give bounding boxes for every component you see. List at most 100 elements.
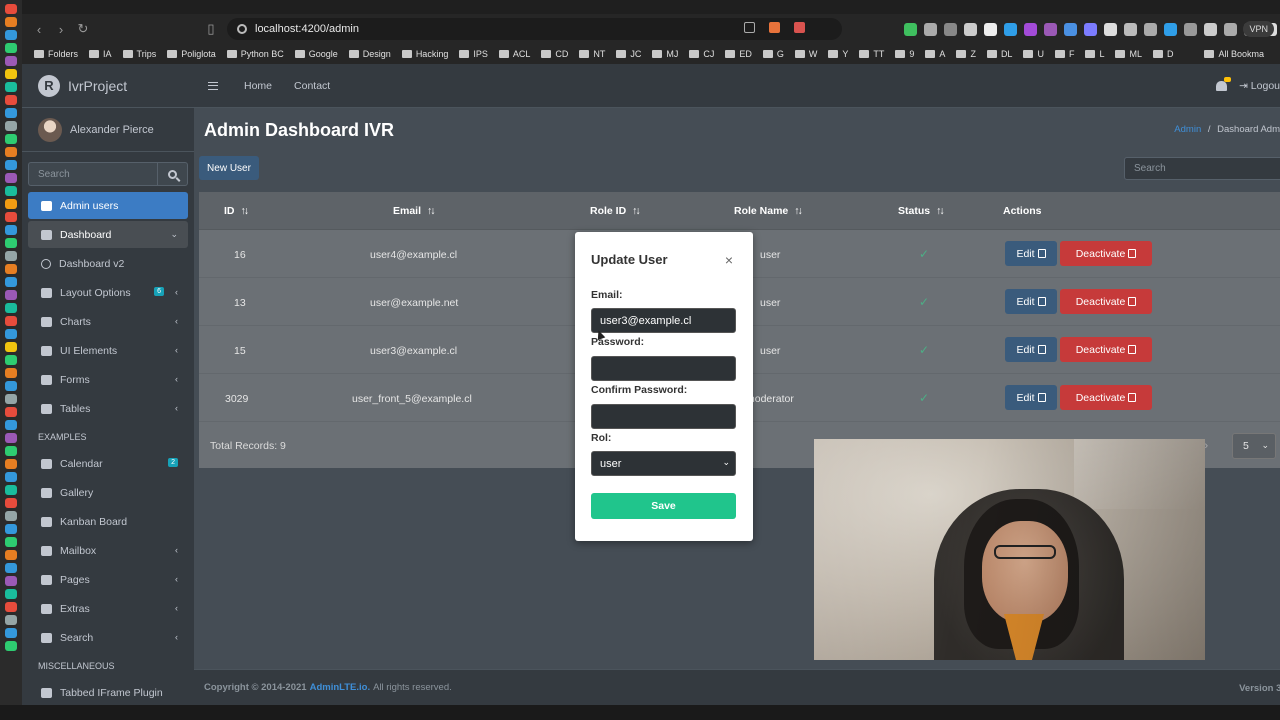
extension-icon[interactable] — [1124, 23, 1137, 36]
bookmark-item[interactable]: L — [1085, 49, 1104, 59]
sidebar-item-layout-options[interactable]: Layout Options 6 ‹ — [28, 279, 188, 306]
bookmark-item[interactable]: Trips — [122, 49, 156, 59]
bookmark-item[interactable]: Y — [828, 49, 848, 59]
bookmark-item[interactable]: ED — [725, 49, 752, 59]
sidebar-item-tables[interactable]: Tables ‹ — [28, 395, 188, 422]
edit-button[interactable]: Edit — [1005, 337, 1057, 362]
bookmark-item[interactable]: Python BC — [226, 49, 284, 59]
bookmark-item[interactable]: U — [1023, 49, 1044, 59]
rol-select[interactable]: user ⌄ — [591, 451, 736, 476]
sidebar-item-mailbox[interactable]: Mailbox ‹ — [28, 537, 188, 564]
bookmark-item[interactable]: Poliglota — [167, 49, 216, 59]
deactivate-button[interactable]: Deactivate — [1060, 241, 1152, 266]
new-user-button[interactable]: New User — [199, 156, 259, 180]
extension-icon[interactable] — [1024, 23, 1037, 36]
bookmark-item[interactable]: Hacking — [401, 49, 448, 59]
extension-icon[interactable] — [924, 23, 937, 36]
extension-icon[interactable] — [1004, 23, 1017, 36]
bookmark-item[interactable]: IPS — [459, 49, 488, 59]
bookmark-item[interactable]: 9 — [895, 49, 914, 59]
extension-icon[interactable] — [1084, 23, 1097, 36]
extension-icon[interactable] — [1044, 23, 1057, 36]
column-header-email[interactable]: Email ↑↓ — [393, 205, 435, 217]
column-header-role-name[interactable]: Role Name ↑↓ — [734, 205, 803, 217]
bookmark-item[interactable]: MJ — [652, 49, 678, 59]
extension-icon[interactable] — [1204, 23, 1217, 36]
edit-button[interactable]: Edit — [1005, 241, 1057, 266]
sidebar-item-dashboard-v2[interactable]: Dashboard v2 — [28, 250, 188, 277]
extension-icon[interactable] — [1184, 23, 1197, 36]
sidebar-item-forms[interactable]: Forms ‹ — [28, 366, 188, 393]
bookmark-item[interactable]: TT — [859, 49, 884, 59]
sidebar-item-charts[interactable]: Charts ‹ — [28, 308, 188, 335]
all-bookmarks[interactable]: All Bookma — [1204, 49, 1264, 59]
password-field[interactable] — [591, 356, 736, 381]
bookmark-item[interactable]: D — [1152, 49, 1173, 59]
extension-icon[interactable] — [984, 23, 997, 36]
bookmark-item[interactable]: DL — [986, 49, 1012, 59]
page-size-select[interactable]: 5 ⌄ — [1232, 433, 1276, 459]
confirm-password-field[interactable] — [591, 404, 736, 429]
deactivate-button[interactable]: Deactivate — [1060, 289, 1152, 314]
bookmark-item[interactable]: Google — [294, 49, 338, 59]
sidebar-item-kanban-board[interactable]: Kanban Board — [28, 508, 188, 535]
sidebar-item-ui-elements[interactable]: UI Elements ‹ — [28, 337, 188, 364]
brand-link[interactable]: R IvrProject — [22, 64, 194, 108]
user-panel[interactable]: Alexander Pierce — [22, 108, 194, 152]
extension-icon[interactable] — [1164, 23, 1177, 36]
logout-link[interactable]: ⇥ Logou — [1239, 80, 1280, 92]
bookmark-item[interactable]: NT — [579, 49, 605, 59]
bookmark-item[interactable]: A — [925, 49, 945, 59]
nav-contact[interactable]: Contact — [294, 80, 330, 92]
back-icon[interactable]: ‹ — [28, 22, 50, 37]
column-header-role-id[interactable]: Role ID ↑↓ — [590, 205, 641, 217]
deactivate-button[interactable]: Deactivate — [1060, 337, 1152, 362]
site-info-icon[interactable] — [237, 24, 247, 34]
brave-shield-icon[interactable] — [769, 22, 780, 33]
sidebar-item-calendar[interactable]: Calendar 2 — [28, 450, 188, 477]
sidebar-search-input[interactable]: Search — [28, 162, 157, 186]
bookmark-item[interactable]: CJ — [689, 49, 714, 59]
bookmark-item[interactable]: Design — [348, 49, 391, 59]
adminlte-link[interactable]: AdminLTE.io. — [310, 682, 371, 693]
sidebar-item-gallery[interactable]: Gallery — [28, 479, 188, 506]
menu-toggle-icon[interactable] — [208, 81, 218, 90]
email-field[interactable]: user3@example.cl — [591, 308, 736, 333]
extension-icon[interactable] — [1064, 23, 1077, 36]
bookmark-item[interactable]: ACL — [498, 49, 530, 59]
extension-icon[interactable] — [964, 23, 977, 36]
save-button[interactable]: Save — [591, 493, 736, 519]
bookmark-item[interactable]: ML — [1115, 49, 1142, 59]
column-header-id[interactable]: ID ↑↓ — [224, 205, 249, 217]
extension-icon[interactable] — [944, 23, 957, 36]
bookmark-item[interactable]: CD — [541, 49, 568, 59]
share-icon[interactable] — [744, 22, 755, 33]
vpn-button[interactable]: VPN — [1243, 21, 1274, 37]
edit-button[interactable]: Edit — [1005, 289, 1057, 314]
extension-icon[interactable] — [1104, 23, 1117, 36]
extension-icon[interactable] — [904, 23, 917, 36]
sidebar-item-extras[interactable]: Extras ‹ — [28, 595, 188, 622]
brave-rewards-icon[interactable] — [794, 22, 805, 33]
reload-icon[interactable]: ↻ — [72, 21, 94, 37]
bookmark-item[interactable]: JC — [616, 49, 641, 59]
bookmark-item[interactable]: Folders — [34, 49, 78, 59]
bookmark-item[interactable]: G — [762, 49, 784, 59]
sidebar-search-button[interactable] — [157, 162, 188, 186]
sidebar-item-dashboard[interactable]: Dashboard ⌄ — [28, 221, 188, 248]
bookmark-icon[interactable]: ▯ — [200, 21, 222, 37]
sidebar-item-pages[interactable]: Pages ‹ — [28, 566, 188, 593]
sidebar-item-tabbed-iframe[interactable]: Tabbed IFrame Plugin — [28, 679, 188, 705]
forward-icon[interactable]: › — [50, 22, 72, 37]
edit-button[interactable]: Edit — [1005, 385, 1057, 410]
sidebar-item-admin-users[interactable]: Admin users — [28, 192, 188, 219]
bookmark-item[interactable]: F — [1054, 49, 1074, 59]
deactivate-button[interactable]: Deactivate — [1060, 385, 1152, 410]
extension-icon[interactable] — [1224, 23, 1237, 36]
bookmark-item[interactable]: W — [794, 49, 817, 59]
breadcrumb-admin[interactable]: Admin — [1174, 124, 1201, 135]
notifications-icon[interactable] — [1216, 77, 1232, 91]
sidebar-item-search[interactable]: Search ‹ — [28, 624, 188, 651]
nav-home[interactable]: Home — [244, 80, 272, 92]
bookmark-item[interactable]: IA — [89, 49, 112, 59]
